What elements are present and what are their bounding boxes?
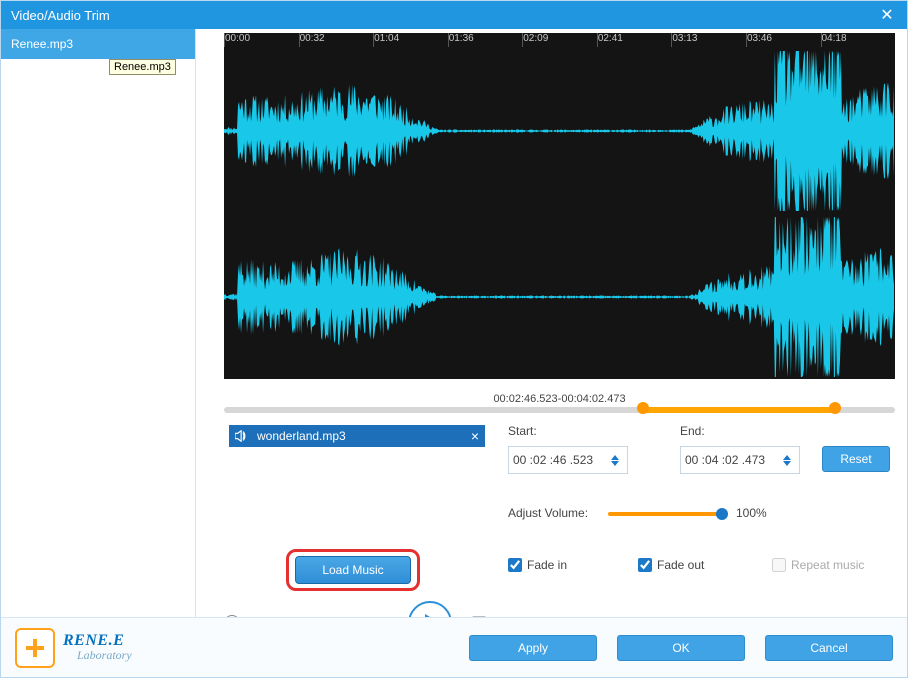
start-time-value: 00 :02 :46 .523	[513, 453, 593, 467]
repeat-music-checkbox[interactable]: Repeat music	[772, 558, 864, 572]
selection-fill	[643, 407, 834, 413]
ruler-tick: 02:09	[522, 33, 597, 47]
end-label: End:	[680, 424, 705, 438]
file-item-label: Renee.mp3	[11, 37, 73, 51]
fade-out-input[interactable]	[638, 558, 652, 572]
start-time-input[interactable]: 00 :02 :46 .523	[508, 446, 628, 474]
titlebar: Video/Audio Trim ✕	[1, 1, 907, 29]
main-panel: 00:0000:3201:0401:3602:0902:4103:1303:46…	[196, 29, 907, 617]
selection-handle-end[interactable]	[829, 402, 841, 414]
ruler-tick: 00:32	[299, 33, 374, 47]
ruler-tick: 03:13	[671, 33, 746, 47]
brand: RENE.E Laboratory	[63, 632, 132, 663]
remove-music-icon[interactable]: ×	[471, 428, 479, 444]
end-spin-down[interactable]	[783, 461, 791, 466]
load-music-highlight: Load Music	[286, 549, 420, 591]
ruler-tick: 01:36	[448, 33, 523, 47]
time-ruler: 00:0000:3201:0401:3602:0902:4103:1303:46…	[224, 33, 895, 47]
file-item-renee[interactable]: Renee.mp3 Renee.mp3	[1, 29, 195, 59]
fade-out-label: Fade out	[657, 558, 704, 572]
start-label: Start:	[508, 424, 537, 438]
window-title: Video/Audio Trim	[11, 8, 110, 23]
reset-button[interactable]: Reset	[822, 446, 890, 472]
ruler-tick: 01:04	[373, 33, 448, 47]
speaker-icon	[235, 430, 249, 442]
load-music-button[interactable]: Load Music	[295, 556, 411, 584]
waveform-left-channel	[224, 51, 895, 211]
start-spin-down[interactable]	[611, 461, 619, 466]
fade-out-checkbox[interactable]: Fade out	[638, 558, 704, 572]
waveform-area[interactable]	[224, 47, 895, 379]
ruler-tick: 03:46	[746, 33, 821, 47]
fade-in-input[interactable]	[508, 558, 522, 572]
fade-in-label: Fade in	[527, 558, 567, 572]
brand-logo-icon	[15, 628, 55, 668]
selection-bar[interactable]	[224, 407, 895, 413]
loaded-music-bar[interactable]: wonderland.mp3 ×	[229, 425, 485, 447]
loaded-music-name: wonderland.mp3	[257, 429, 346, 443]
volume-slider[interactable]	[608, 512, 724, 516]
ok-button[interactable]: OK	[617, 635, 745, 661]
file-sidebar: Renee.mp3 Renee.mp3	[1, 29, 196, 617]
close-icon[interactable]: ✕	[867, 1, 907, 29]
repeat-music-input[interactable]	[772, 558, 786, 572]
selection-range-text: 00:02:46.523-00:04:02.473	[224, 393, 895, 405]
end-time-input[interactable]: 00 :04 :02 .473	[680, 446, 800, 474]
ruler-tick: 02:41	[597, 33, 672, 47]
apply-button[interactable]: Apply	[469, 635, 597, 661]
brand-sub: Laboratory	[77, 648, 132, 663]
end-spin-up[interactable]	[783, 455, 791, 460]
fade-in-checkbox[interactable]: Fade in	[508, 558, 567, 572]
footer: RENE.E Laboratory Apply OK Cancel	[1, 617, 907, 677]
volume-knob[interactable]	[716, 508, 728, 520]
ruler-tick: 00:00	[224, 33, 299, 47]
file-tooltip: Renee.mp3	[109, 59, 176, 75]
ruler-tick: 04:18	[821, 33, 896, 47]
repeat-music-label: Repeat music	[791, 558, 864, 572]
start-spin-up[interactable]	[611, 455, 619, 460]
selection-slider[interactable]: 00:02:46.523-00:04:02.473	[224, 393, 895, 407]
volume-value: 100%	[736, 506, 767, 520]
cancel-button[interactable]: Cancel	[765, 635, 893, 661]
waveform-right-channel	[224, 217, 895, 377]
body: Renee.mp3 Renee.mp3 00:0000:3201:0401:36…	[1, 29, 907, 617]
end-time-value: 00 :04 :02 .473	[685, 453, 765, 467]
volume-label: Adjust Volume:	[508, 506, 588, 520]
